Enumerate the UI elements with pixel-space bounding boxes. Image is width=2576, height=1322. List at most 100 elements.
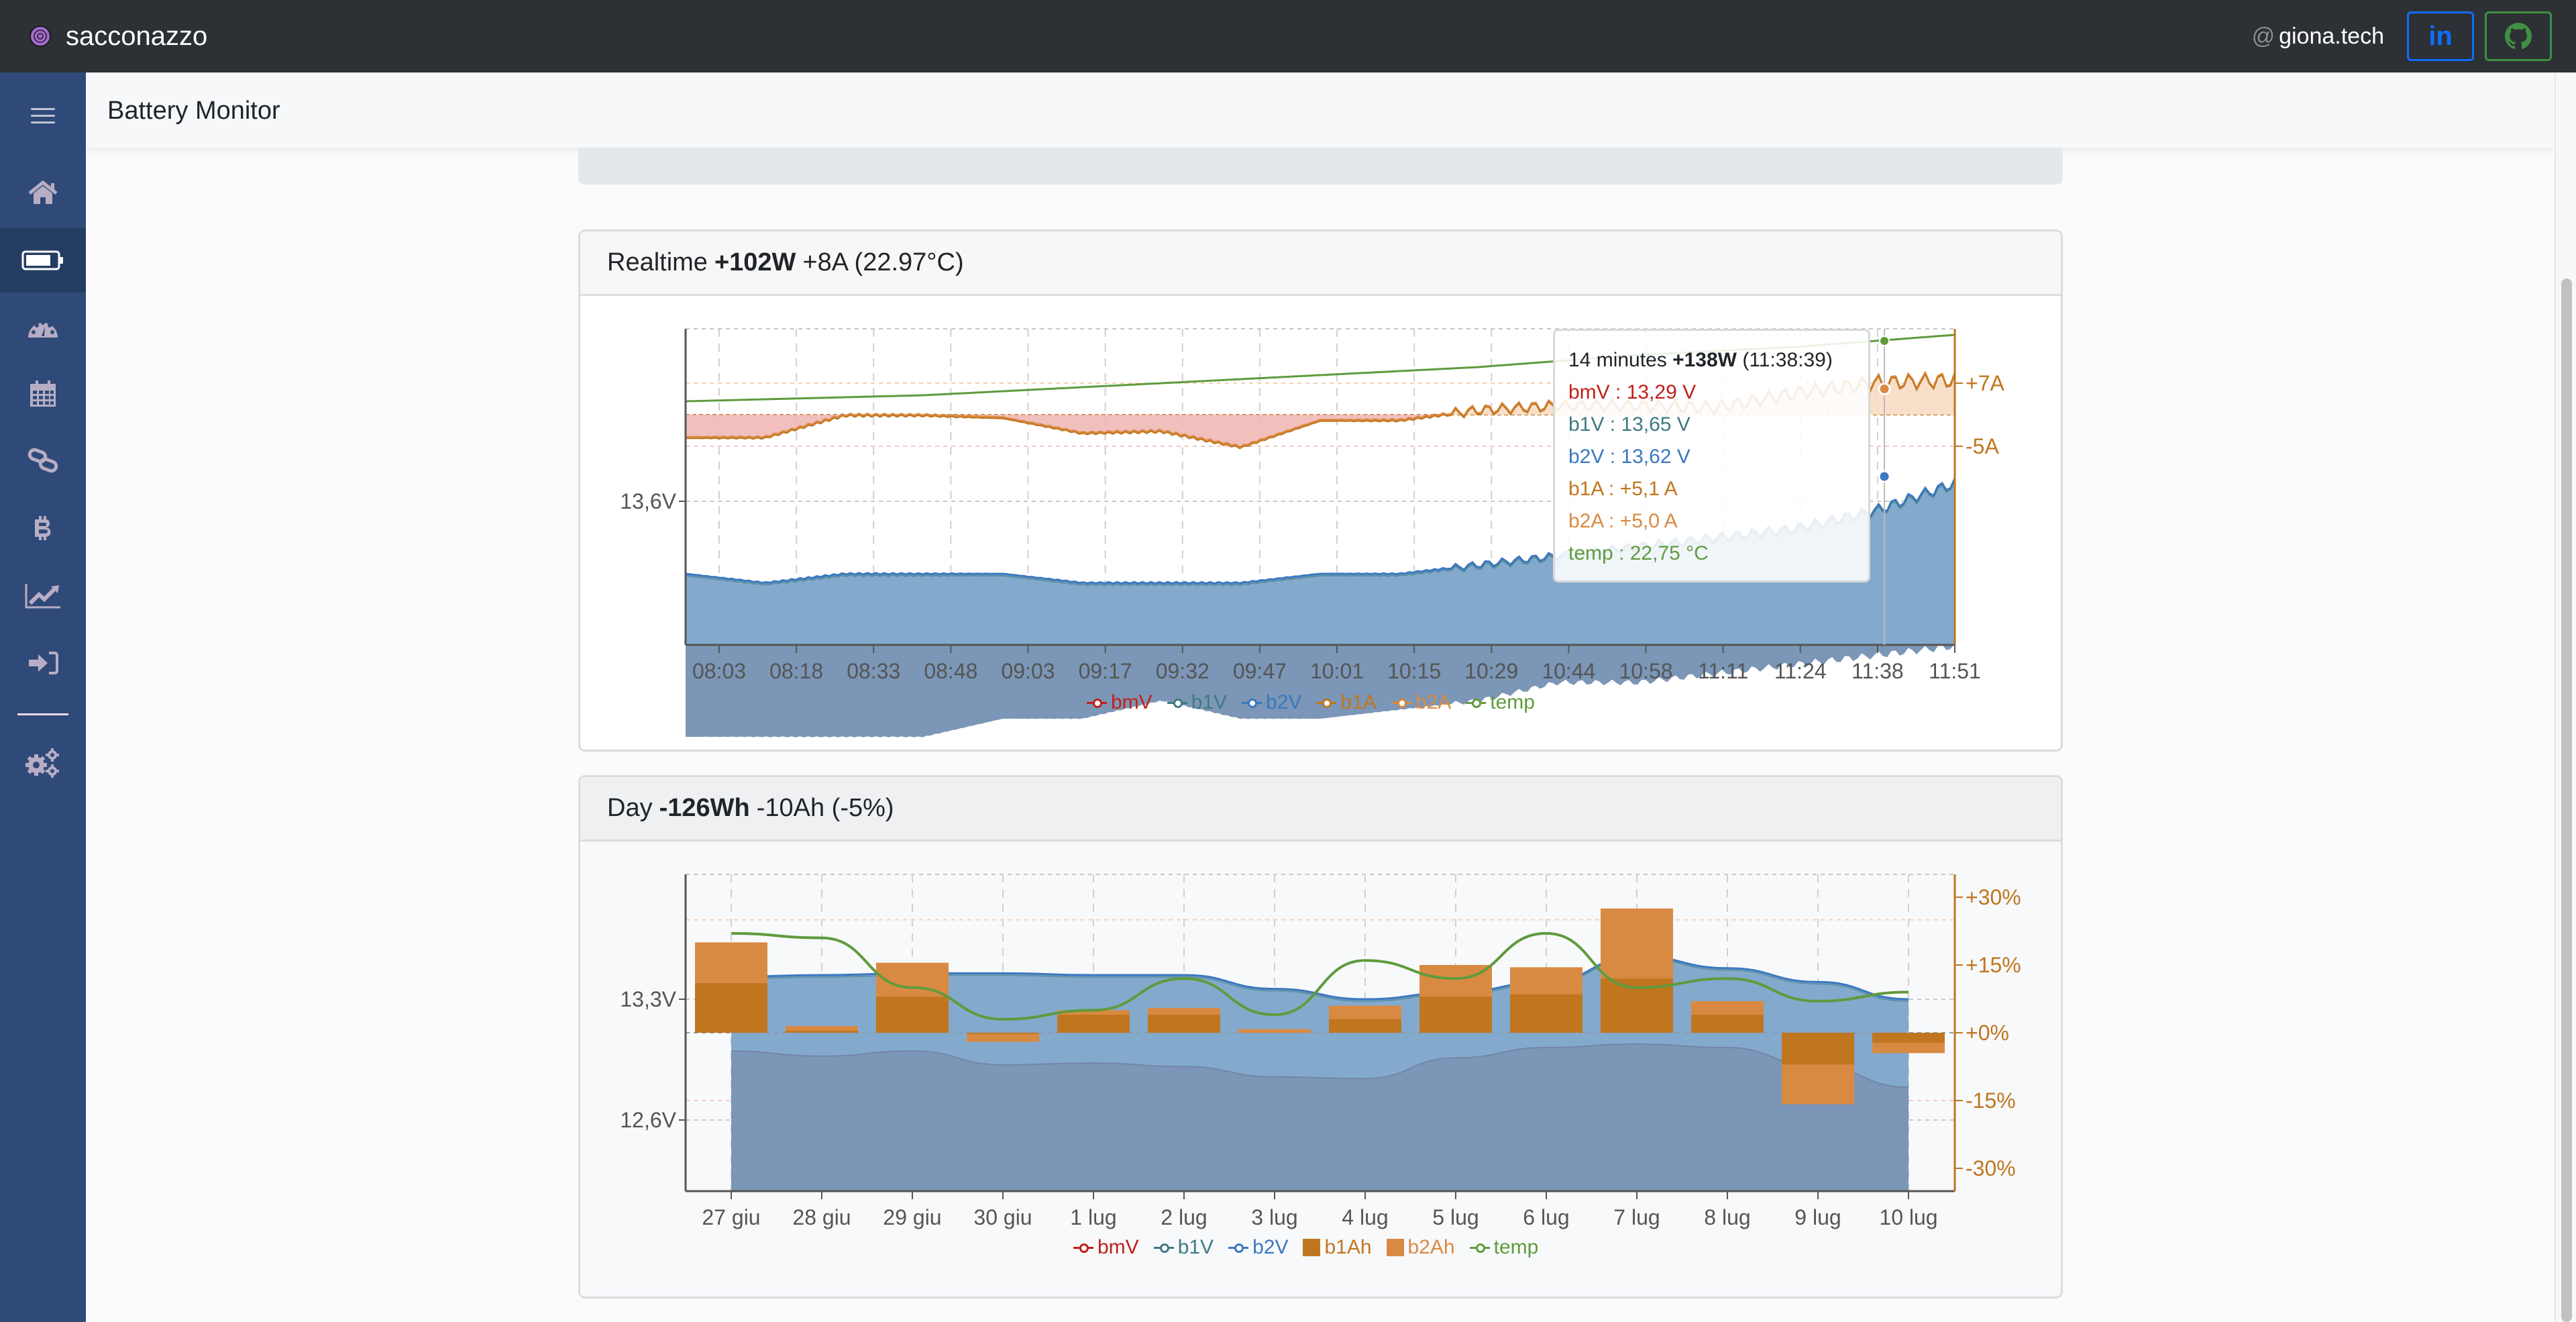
- x-tick-label: 10:15: [1387, 659, 1441, 683]
- bar-b1ah: [1510, 994, 1582, 1033]
- realtime-card-header: Realtime +102W +8A (22.97°C): [580, 232, 2061, 296]
- legend-label: temp: [1490, 691, 1535, 713]
- github-button[interactable]: [2485, 11, 2552, 61]
- x-tick-label: 3 lug: [1251, 1205, 1297, 1229]
- x-tick-label: 10:58: [1619, 659, 1672, 683]
- legend-item-temp[interactable]: temp: [1466, 691, 1535, 714]
- scrollbar-thumb[interactable]: [2561, 278, 2572, 1322]
- y-right-tick-label: +15%: [1966, 953, 2021, 977]
- legend-label: bmV: [1111, 691, 1152, 713]
- day-chart[interactable]: 27 giu 28 giu 29 giu 30 giu 1 lug 2 lug 3 lug 4…: [578, 841, 2063, 1299]
- sidebar-item-charts[interactable]: [0, 564, 86, 628]
- legend-item-b1ah[interactable]: b1Ah: [1303, 1236, 1372, 1259]
- sidebar-item-links[interactable]: [0, 428, 86, 493]
- linkedin-button[interactable]: in: [2407, 11, 2474, 61]
- sidebar-menu-toggle[interactable]: [0, 84, 86, 148]
- x-tick-label: 2 lug: [1161, 1205, 1207, 1229]
- tooltip-row-b2a: b2A : +5,0 A: [1568, 510, 1678, 532]
- bar-b1ah: [876, 997, 949, 1033]
- sidebar: [0, 72, 86, 1322]
- legend-marker-icon: [1228, 1243, 1249, 1253]
- tooltip-row-b1a: b1A : +5,1 A: [1568, 478, 1678, 500]
- bar-b1ah: [1057, 1015, 1130, 1033]
- legend-marker-icon: [1153, 1243, 1174, 1253]
- x-tick-label: 11:24: [1774, 659, 1827, 683]
- legend-item-b2v[interactable]: b2V: [1228, 1236, 1288, 1259]
- bmv-area: [686, 642, 1955, 738]
- top-navbar: sacconazzo @ giona.tech in: [0, 0, 2576, 72]
- x-tick-label: 08:33: [847, 659, 900, 683]
- realtime-current-temp: +8A (22.97°C): [802, 248, 964, 276]
- x-tick-label: 30 giu: [973, 1205, 1032, 1229]
- link-icon: [28, 448, 58, 473]
- x-tick-label: 7 lug: [1613, 1205, 1660, 1229]
- sidebar-item-battery[interactable]: [0, 228, 86, 293]
- legend-item-b1v[interactable]: b1V: [1167, 691, 1227, 714]
- legend-marker-icon: [1391, 698, 1411, 708]
- x-tick-label: 10 lug: [1879, 1205, 1937, 1229]
- x-tick-label: 09:47: [1233, 659, 1287, 683]
- legend-item-b2v[interactable]: b2V: [1242, 691, 1301, 714]
- legend-marker-icon: [1316, 698, 1337, 708]
- legend-item-b1v[interactable]: b1V: [1153, 1236, 1214, 1259]
- x-tick-label: 5 lug: [1432, 1205, 1479, 1229]
- settings-cogs-icon: [25, 748, 59, 778]
- brand-logo-icon: [30, 26, 51, 47]
- x-tick-label: 08:18: [769, 659, 823, 683]
- y-right-tick-label: +0%: [1966, 1021, 2009, 1045]
- x-tick-label: 1 lug: [1070, 1205, 1116, 1229]
- x-tick-label: 08:48: [924, 659, 977, 683]
- legend-item-b1a[interactable]: b1A: [1316, 691, 1377, 714]
- x-tick-label: 10:29: [1464, 659, 1518, 683]
- sidebar-item-home[interactable]: [0, 161, 86, 225]
- sidebar-item-settings[interactable]: [0, 730, 86, 795]
- y-tick-label: 12,6V: [620, 1108, 676, 1132]
- legend-item-temp[interactable]: temp: [1469, 1236, 1538, 1259]
- tooltip-row-b1v: b1V : 13,65 V: [1568, 413, 1690, 436]
- previous-card-bottom: [578, 148, 2063, 185]
- x-tick-label: 08:03: [692, 659, 746, 683]
- day-charge: -10Ah (-5%): [756, 794, 894, 822]
- x-tick-label: 28 giu: [792, 1205, 851, 1229]
- legend-item-b2a[interactable]: b2A: [1391, 691, 1451, 714]
- legend-item-bmv[interactable]: bmV: [1073, 1236, 1139, 1259]
- bar-b1ah: [1782, 1033, 1854, 1065]
- bar-b1ah: [1329, 1019, 1401, 1033]
- x-tick-label: 09:32: [1156, 659, 1210, 683]
- legend-label: b1V: [1191, 691, 1228, 713]
- legend-marker-icon: [1087, 698, 1107, 708]
- legend-label: b1V: [1177, 1236, 1214, 1258]
- x-tick-label: 9 lug: [1794, 1205, 1841, 1229]
- bar-b1ah: [1419, 997, 1492, 1033]
- legend-label: b2A: [1415, 691, 1452, 713]
- bar-b2ah: [1238, 1029, 1311, 1033]
- bar-b1ah: [695, 982, 767, 1033]
- x-tick-label: 27 giu: [702, 1205, 760, 1229]
- day-title: Day: [607, 794, 653, 822]
- dashboard-gauge-icon: [28, 321, 58, 338]
- legend-item-bmv[interactable]: bmV: [1087, 691, 1152, 714]
- page-title: Battery Monitor: [107, 97, 280, 125]
- realtime-power: +102W: [714, 248, 796, 276]
- y-right-tick-label: -5A: [1966, 434, 1999, 458]
- chart-line-icon: [25, 584, 60, 609]
- page-title-bar: Battery Monitor: [86, 72, 2556, 148]
- sidebar-item-calendar[interactable]: [0, 361, 86, 425]
- sidebar-item-login[interactable]: [0, 631, 86, 695]
- x-tick-label: 29 giu: [883, 1205, 941, 1229]
- tooltip-row-temp: temp : 22,75 °C: [1568, 542, 1709, 564]
- site-name[interactable]: giona.tech: [2279, 23, 2384, 50]
- legend-marker-icon: [1073, 1243, 1093, 1253]
- bar-b1ah: [786, 1030, 858, 1033]
- tooltip-row-bmv: bmV : 13,29 V: [1568, 381, 1697, 403]
- legend-label: b2Ah: [1407, 1236, 1455, 1258]
- sidebar-item-dashboard[interactable]: [0, 295, 86, 360]
- legend-marker-icon: [1303, 1239, 1321, 1256]
- sidebar-item-bitcoin[interactable]: [0, 497, 86, 561]
- legend-label: b2V: [1266, 691, 1302, 713]
- brand[interactable]: sacconazzo: [28, 19, 207, 54]
- bar-b2ah: [967, 1033, 1039, 1042]
- legend-item-b2ah[interactable]: b2Ah: [1386, 1236, 1455, 1259]
- y-right-tick-label: +30%: [1966, 885, 2021, 909]
- y-right-tick-label: -15%: [1966, 1088, 2016, 1113]
